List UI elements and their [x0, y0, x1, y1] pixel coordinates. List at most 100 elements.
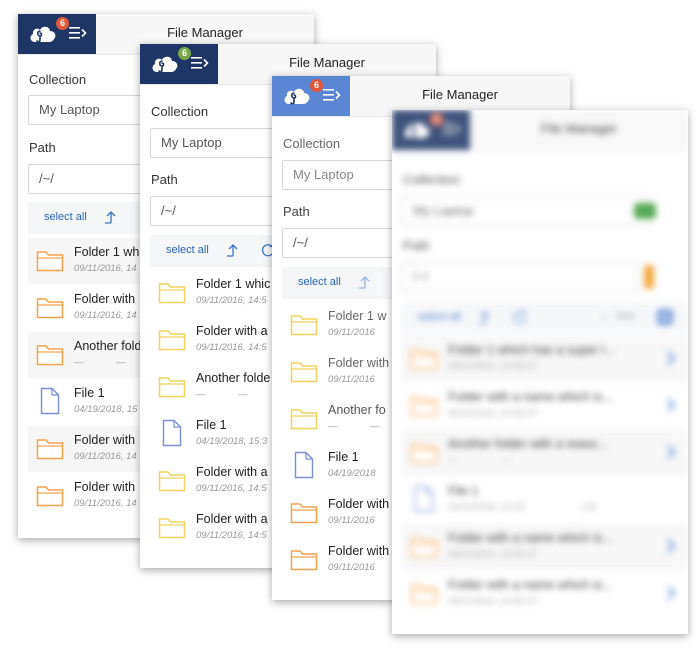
collection-confirm-button[interactable] — [634, 203, 656, 219]
up-directory-icon[interactable] — [225, 242, 241, 258]
item-date: 04/19/2018, 15:3 — [196, 436, 268, 447]
chevron-right-icon[interactable] — [666, 538, 676, 554]
collection-label: Collection — [403, 172, 461, 187]
chevron-right-icon[interactable] — [666, 350, 676, 366]
select-all-link[interactable]: select all — [418, 311, 461, 323]
item-name: File 1 — [74, 386, 105, 400]
path-label: Path — [403, 238, 430, 253]
item-name: Folder 1 w — [328, 309, 387, 323]
item-name: Folder with a — [196, 465, 268, 479]
folder-icon — [158, 515, 186, 539]
page-title: File Manager — [289, 55, 365, 70]
cloud-logo-icon — [282, 84, 312, 106]
item-name: Folder 1 wh — [74, 245, 140, 259]
item-name: Another folder with a reaso... — [448, 437, 608, 451]
list-item[interactable]: Folder with a name which is... 09/11/201… — [402, 524, 686, 570]
notification-badge: 6 — [56, 17, 69, 30]
item-name: Folder with — [328, 356, 390, 370]
menu-expand-icon[interactable] — [443, 122, 461, 136]
collection-label: Collection — [151, 104, 209, 119]
list-item[interactable]: Folder with a name which is... 09/11/201… — [402, 571, 686, 617]
menu-expand-icon[interactable] — [69, 26, 87, 40]
select-all-link[interactable]: select all — [298, 276, 341, 288]
logo-menu-button[interactable]: 6 — [272, 76, 350, 116]
item-name: Folder with a name which is... — [448, 578, 613, 592]
file-icon — [414, 485, 434, 513]
item-date: 09/11/2016 — [328, 562, 375, 573]
up-directory-icon[interactable] — [103, 209, 119, 225]
folder-icon — [158, 327, 186, 351]
logo-menu-button[interactable]: 6 — [18, 14, 96, 54]
path-label: Path — [29, 140, 56, 155]
folder-icon — [36, 248, 64, 272]
chevron-right-icon[interactable] — [666, 585, 676, 601]
item-date: 09/11/2016, 14:5 — [196, 483, 267, 494]
item-size: 0 B — [582, 502, 597, 513]
list-item[interactable]: Another folder with a reaso... — — — [402, 430, 686, 476]
item-date: — — [448, 455, 458, 466]
sort-label[interactable]: Sort — [616, 311, 634, 322]
item-date: 09/11/2016, 14 — [74, 310, 137, 321]
cloud-logo-icon — [402, 118, 432, 140]
file-toolbar: select all ⌄ Sort — [402, 302, 686, 334]
item-name: Folder with — [328, 497, 390, 511]
item-date: 09/11/2016, 14:55:37 — [448, 361, 538, 372]
list-item[interactable]: Folder 1 which has a super l... 09/11/20… — [402, 336, 686, 382]
item-date: — — [328, 421, 338, 432]
up-directory-icon[interactable] — [477, 309, 493, 325]
page-title: File Manager — [167, 25, 243, 40]
list-item[interactable]: Folder with a name which is... 09/11/201… — [402, 383, 686, 429]
notification-badge: 6 — [430, 113, 443, 126]
sort-direction-icon[interactable]: ⌄ — [600, 311, 608, 322]
item-date: 09/11/2016, 14:55:37 — [448, 596, 538, 607]
menu-expand-icon[interactable] — [323, 88, 341, 102]
select-all-link[interactable]: select all — [44, 211, 87, 223]
refresh-icon[interactable] — [512, 309, 528, 325]
path-label: Path — [151, 172, 178, 187]
menu-expand-icon[interactable] — [191, 56, 209, 70]
logo-menu-button[interactable]: 6 — [392, 110, 470, 150]
view-toggle-icon[interactable] — [656, 308, 674, 326]
item-date: 09/11/2016, 14:5 — [196, 342, 267, 353]
chevron-right-icon[interactable] — [666, 444, 676, 460]
folder-icon — [410, 346, 438, 370]
item-name: Another folde — [196, 371, 271, 385]
select-all-link[interactable]: select all — [166, 244, 209, 256]
item-date: 09/11/2016, 14:55:37 — [448, 408, 538, 419]
item-name: Another fold — [74, 339, 142, 353]
item-size: — — [238, 389, 248, 400]
path-field[interactable]: /~/ — [402, 262, 638, 292]
folder-icon — [290, 547, 318, 571]
file-icon — [294, 451, 314, 479]
notification-badge: 6 — [178, 47, 191, 60]
up-directory-icon[interactable] — [357, 274, 373, 290]
chevron-right-icon[interactable] — [666, 397, 676, 413]
folder-icon — [36, 436, 64, 460]
list-item[interactable]: File 1 04/19/2018, 15:33 0 B — [402, 477, 686, 523]
item-date: — — [196, 389, 206, 400]
item-size: — — [370, 421, 380, 432]
item-date: 04/19/2018, 15:33 — [448, 502, 525, 513]
item-name: Folder with — [74, 292, 136, 306]
file-icon — [40, 387, 60, 415]
item-date: 09/11/2016 — [328, 327, 375, 338]
collection-field[interactable]: My Laptop — [402, 196, 652, 226]
folder-icon — [158, 468, 186, 492]
item-date: 09/11/2016 — [328, 515, 375, 526]
logo-menu-button[interactable]: 6 — [140, 44, 218, 84]
cloud-logo-icon — [28, 22, 58, 44]
notification-badge: 6 — [310, 79, 323, 92]
page-title: File Manager — [422, 87, 498, 102]
item-size: — — [502, 455, 512, 466]
folder-icon — [410, 440, 438, 464]
item-date: 09/11/2016, 14 — [74, 451, 137, 462]
item-name: File 1 — [196, 418, 227, 432]
cloud-logo-icon — [150, 52, 180, 74]
folder-icon — [290, 500, 318, 524]
folder-icon — [158, 280, 186, 304]
page-title: File Manager — [541, 121, 617, 136]
path-action-button[interactable] — [644, 265, 654, 289]
folder-icon — [410, 581, 438, 605]
folder-icon — [290, 406, 318, 430]
item-name: Folder with — [328, 544, 390, 558]
